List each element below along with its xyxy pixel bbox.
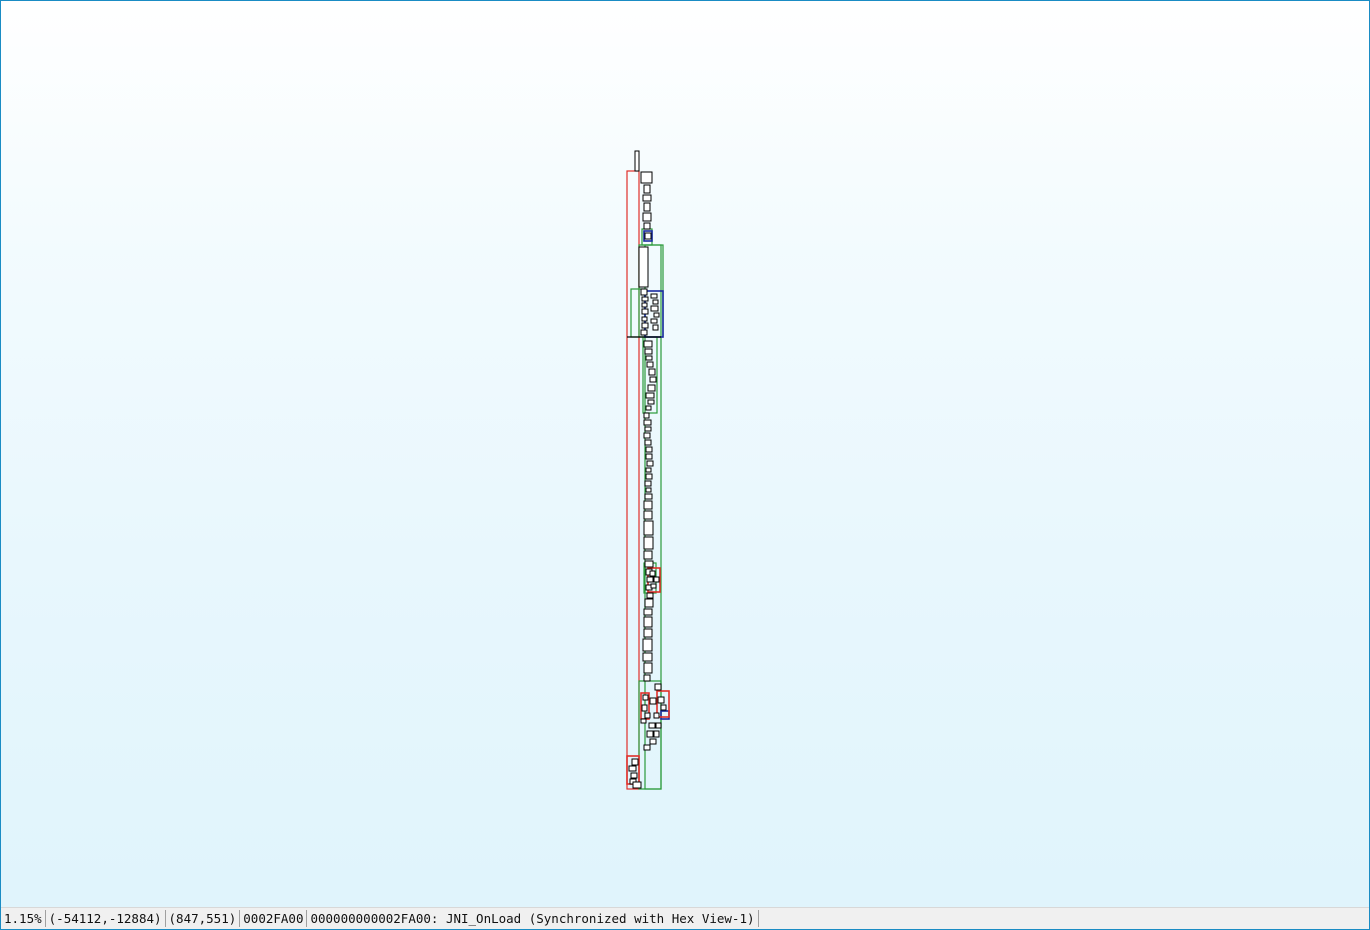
basic-block-node[interactable]: [643, 510, 653, 520]
basic-block-node[interactable]: [650, 583, 657, 589]
basic-block-node[interactable]: [643, 412, 650, 419]
basic-block-node[interactable]: [643, 662, 653, 674]
status-location: 000000000002FA00: JNI_OnLoad (Synchroniz…: [307, 910, 759, 927]
basic-block-node[interactable]: [646, 460, 654, 467]
status-zoom: 1.15%: [1, 910, 46, 927]
basic-block-node[interactable]: [643, 674, 651, 682]
basic-block-node[interactable]: [650, 318, 658, 324]
basic-block-node[interactable]: [643, 184, 651, 194]
ida-graph-window: 1.15% (-54112,-12884) (847,551) 0002FA00…: [0, 0, 1370, 930]
basic-block-node[interactable]: [644, 426, 652, 432]
basic-block-node[interactable]: [649, 376, 657, 383]
basic-block-node[interactable]: [643, 202, 651, 212]
basic-block-node[interactable]: [641, 316, 648, 322]
basic-block-node[interactable]: [643, 222, 651, 230]
basic-block-node[interactable]: [653, 712, 660, 719]
basic-block-node[interactable]: [631, 758, 639, 766]
basic-block-node[interactable]: [645, 392, 655, 399]
basic-block-node[interactable]: [643, 520, 654, 536]
status-mouse-coords: (847,551): [166, 910, 241, 927]
basic-block-node[interactable]: [644, 348, 653, 355]
status-bar: 1.15% (-54112,-12884) (847,551) 0002FA00…: [1, 907, 1369, 929]
basic-block-node[interactable]: [643, 536, 654, 550]
basic-block-node[interactable]: [643, 432, 651, 439]
basic-block-node[interactable]: [643, 628, 653, 638]
basic-block-node[interactable]: [644, 439, 652, 446]
basic-block-node[interactable]: [650, 305, 659, 312]
basic-block-node[interactable]: [642, 694, 649, 701]
basic-block-node[interactable]: [649, 738, 657, 745]
basic-block-node[interactable]: [630, 772, 638, 779]
basic-block-node[interactable]: [643, 500, 653, 510]
basic-block-node[interactable]: [642, 652, 653, 662]
basic-block-node[interactable]: [646, 576, 654, 583]
basic-block-node[interactable]: [657, 696, 665, 704]
basic-block-node[interactable]: [646, 361, 654, 368]
basic-block-node[interactable]: [650, 293, 658, 299]
basic-block-node[interactable]: [641, 296, 649, 302]
basic-block-node[interactable]: [649, 697, 657, 705]
basic-block-node[interactable]: [645, 446, 653, 453]
basic-block-node[interactable]: [643, 340, 653, 348]
basic-block-node[interactable]: [644, 560, 654, 568]
basic-block-node[interactable]: [648, 722, 656, 729]
basic-block-node[interactable]: [628, 765, 637, 772]
status-file-offset: 0002FA00: [240, 910, 308, 927]
basic-block-node[interactable]: [660, 704, 667, 711]
basic-block-node[interactable]: [653, 312, 660, 318]
basic-block-node[interactable]: [640, 329, 648, 336]
basic-block-node[interactable]: [645, 487, 652, 493]
basic-block-node[interactable]: [642, 638, 653, 652]
basic-block-node[interactable]: [654, 683, 662, 691]
basic-block-node[interactable]: [644, 232, 652, 240]
basic-block-node[interactable]: [644, 712, 651, 719]
basic-block-node[interactable]: [643, 419, 652, 426]
basic-block-node[interactable]: [655, 722, 662, 729]
basic-block-node[interactable]: [652, 299, 659, 305]
function-flow-graph[interactable]: [1, 1, 1369, 908]
graph-canvas[interactable]: [1, 1, 1369, 908]
basic-block-node[interactable]: [642, 212, 652, 222]
basic-block-node[interactable]: [644, 598, 654, 608]
basic-block-node[interactable]: [643, 616, 653, 628]
basic-block-node[interactable]: [646, 730, 654, 738]
basic-block-node[interactable]: [640, 171, 653, 184]
basic-block-node[interactable]: [645, 467, 652, 473]
basic-block-node[interactable]: [645, 453, 653, 460]
basic-block-node[interactable]: [640, 718, 647, 724]
basic-block-node[interactable]: [646, 592, 654, 599]
basic-block-node[interactable]: [632, 781, 642, 789]
basic-block-node[interactable]: [653, 576, 660, 583]
basic-block-node[interactable]: [647, 384, 656, 392]
basic-block-node[interactable]: [644, 480, 652, 487]
basic-block-node[interactable]: [634, 150, 640, 172]
basic-block-node[interactable]: [645, 355, 653, 361]
basic-block-node[interactable]: [647, 399, 655, 405]
basic-block-node[interactable]: [641, 704, 648, 712]
status-graph-coords: (-54112,-12884): [46, 910, 166, 927]
basic-block-node[interactable]: [644, 493, 653, 500]
edge-outer-red: [626, 170, 640, 790]
basic-block-node[interactable]: [642, 194, 652, 202]
basic-block-node[interactable]: [652, 324, 659, 331]
basic-block-node[interactable]: [649, 570, 656, 577]
basic-block-node[interactable]: [640, 288, 648, 296]
basic-block-node[interactable]: [643, 550, 653, 560]
basic-block-node[interactable]: [643, 608, 653, 616]
basic-block-node[interactable]: [641, 322, 649, 329]
basic-block-node[interactable]: [641, 302, 648, 308]
basic-block-node[interactable]: [643, 744, 651, 751]
basic-block-node[interactable]: [645, 405, 652, 411]
basic-block-node[interactable]: [638, 246, 649, 288]
basic-block-node[interactable]: [648, 368, 656, 376]
basic-block-node[interactable]: [653, 730, 660, 738]
basic-block-node[interactable]: [641, 308, 649, 315]
basic-block-node[interactable]: [645, 473, 653, 480]
